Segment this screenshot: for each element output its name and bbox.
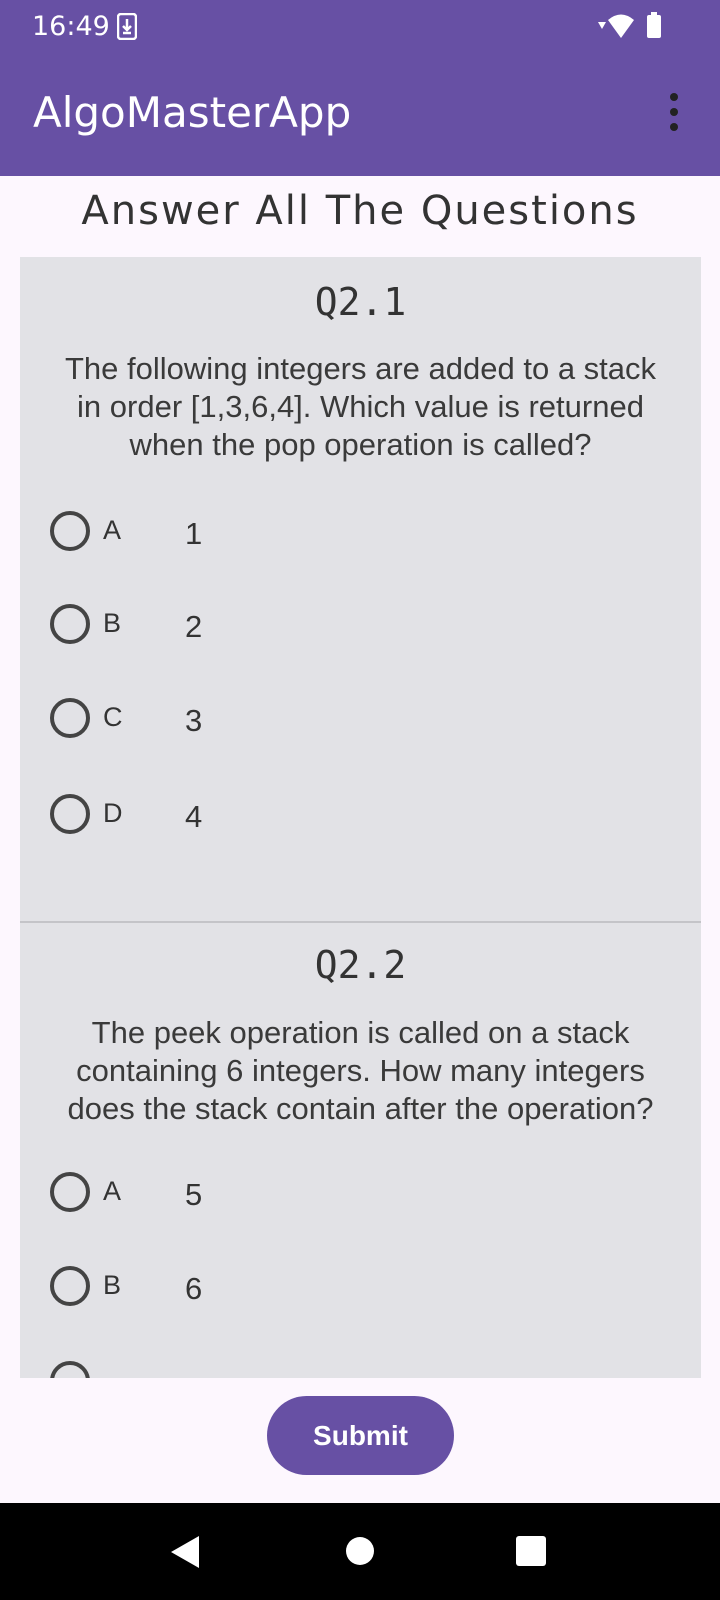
option-letter: A [103,1176,122,1206]
question-number: Q2.1 [314,280,407,324]
navigation-bar [0,1503,720,1600]
option-a[interactable]: A 1 [50,509,650,557]
question-text: The peek operation is called on a stack … [67,1015,654,1126]
option-value: 6 [185,1271,203,1306]
radio-button[interactable] [50,511,90,551]
signal-icon [598,22,606,29]
overflow-menu-icon[interactable] [662,92,686,132]
question-divider [20,921,701,923]
recents-icon[interactable] [516,1536,546,1566]
option-d[interactable]: D 4 [50,792,650,840]
radio-button[interactable] [50,1266,90,1306]
radio-button[interactable] [50,1361,90,1378]
option-c[interactable]: C 3 [50,696,650,744]
app-title: AlgoMasterApp [33,88,352,137]
option-b[interactable]: B 2 [50,602,650,650]
download-notification-icon [117,13,137,40]
home-icon[interactable] [346,1537,374,1565]
question-number: Q2.2 [314,943,407,987]
battery-icon [647,15,661,38]
option-value: 1 [185,516,203,551]
option-a[interactable]: A 5 [50,1170,650,1218]
option-letter: A [103,515,122,545]
page-heading: Answer All The Questions [81,188,639,234]
option-b[interactable]: B 6 [50,1264,650,1312]
radio-button[interactable] [50,794,90,834]
option-letter: D [103,798,123,828]
status-bar: 16:49 [0,0,720,54]
radio-button[interactable] [50,698,90,738]
system-status-icons [598,12,661,38]
submit-button[interactable]: Submit [267,1396,454,1475]
option-letter: B [103,608,122,638]
option-value: 3 [185,703,203,738]
question-text: The following integers are added to a st… [64,351,657,462]
option-letter: C [103,702,123,732]
option-value: 4 [185,799,203,834]
option-c-partial[interactable] [50,1359,650,1378]
radio-button[interactable] [50,604,90,644]
wifi-icon [608,14,634,38]
questions-scroll-list[interactable]: Q2.1 The following integers are added to… [20,257,701,1378]
status-time: 16:49 [32,11,110,42]
back-icon[interactable] [169,1534,201,1570]
app-bar: AlgoMasterApp [0,54,720,176]
option-value: 5 [185,1177,203,1212]
radio-button[interactable] [50,1172,90,1212]
option-letter: B [103,1270,122,1300]
option-value: 2 [185,609,203,644]
